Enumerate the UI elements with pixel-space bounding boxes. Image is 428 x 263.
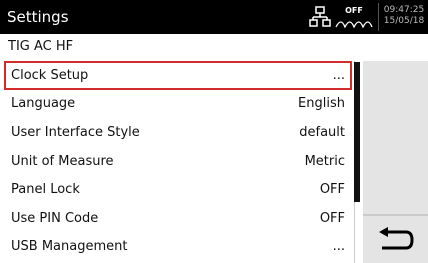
header-bar: Settings OFF 09:47:25 15/05/18 — [0, 0, 428, 34]
time-text: 09:47:25 — [383, 5, 425, 15]
menu-item-panel-lock[interactable]: Panel Lock OFF — [4, 175, 352, 204]
menu-item-value: English — [298, 96, 345, 112]
menu-item-value: ... — [332, 67, 345, 83]
scrollbar-thumb[interactable] — [354, 62, 360, 202]
status-off-label: OFF — [345, 6, 363, 15]
menu-item-value: Metric — [304, 153, 345, 169]
network-icon — [309, 6, 331, 28]
menu-item-label: Unit of Measure — [11, 153, 114, 169]
menu-item-clock-setup[interactable]: Clock Setup ... — [4, 61, 352, 90]
menu-item-value: default — [299, 124, 345, 140]
menu-item-unit-of-measure[interactable]: Unit of Measure Metric — [4, 147, 352, 176]
header-divider — [378, 3, 379, 31]
wave-icon: OFF — [335, 6, 373, 30]
menu-item-user-interface-style[interactable]: User Interface Style default — [4, 118, 352, 147]
page-title: Settings — [7, 8, 69, 26]
menu-item-usb-management[interactable]: USB Management ... — [4, 233, 352, 262]
menu-item-label: Language — [11, 96, 76, 112]
menu-item-label: USB Management — [11, 239, 128, 255]
menu-item-value: OFF — [319, 210, 345, 226]
menu-item-value: OFF — [319, 182, 345, 198]
menu-item-use-pin-code[interactable]: Use PIN Code OFF — [4, 204, 352, 233]
settings-menu: Clock Setup ... Language English User In… — [4, 61, 352, 261]
clock-display: 09:47:25 15/05/18 — [380, 5, 428, 27]
menu-item-label: Use PIN Code — [11, 210, 99, 226]
menu-item-label: User Interface Style — [11, 124, 140, 140]
process-mode-label: TIG AC HF — [8, 39, 74, 54]
menu-item-value: ... — [332, 239, 345, 255]
back-arrow-icon — [378, 226, 414, 249]
menu-item-language[interactable]: Language English — [4, 90, 352, 119]
back-button[interactable] — [363, 214, 428, 263]
menu-item-label: Clock Setup — [11, 67, 89, 83]
menu-item-label: Panel Lock — [11, 182, 80, 198]
date-text: 15/05/18 — [383, 16, 425, 26]
